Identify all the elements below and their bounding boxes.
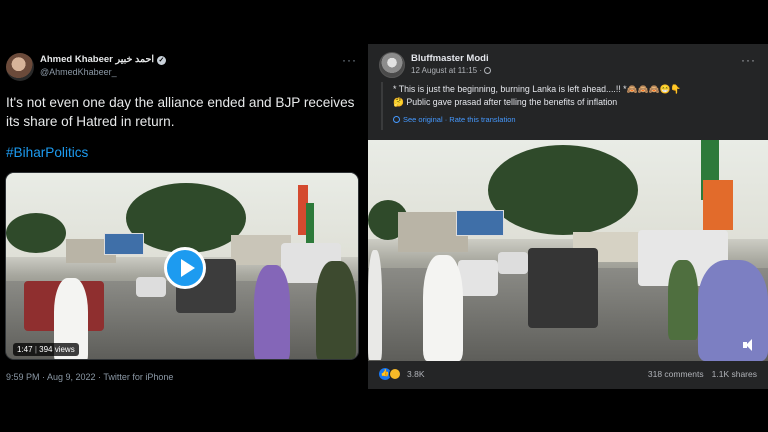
post-text-line-1: * This is just the beginning, burning La…: [393, 84, 682, 94]
video-frame: [368, 140, 768, 361]
translated-post-text: * This is just the beginning, burning La…: [381, 82, 757, 130]
globe-icon: [484, 67, 492, 74]
haha-reaction-icon[interactable]: [389, 368, 401, 380]
post-text-line-2: 🤔 Public gave prasad after telling the b…: [393, 97, 618, 107]
post-video[interactable]: [368, 140, 768, 361]
post-author-name[interactable]: Bluffmaster Modi: [411, 53, 489, 64]
verified-badge-icon: ✓: [156, 56, 166, 65]
tweet-video[interactable]: 1:47 | 394 views: [5, 172, 359, 360]
tweet-timestamp[interactable]: 9:59 PM · Aug 9, 2022 · Twitter for iPho…: [6, 372, 173, 382]
avatar[interactable]: [379, 52, 405, 78]
tweet-text: It's not even one day the alliance ended…: [6, 95, 355, 129]
see-original-text: See original · Rate this translation: [403, 115, 516, 124]
hashtag-link[interactable]: #BiharPolitics: [6, 145, 88, 160]
post-timestamp[interactable]: 12 August at 11:15 ·: [411, 66, 492, 75]
gear-icon: [393, 116, 400, 123]
see-original-link[interactable]: See original · Rate this translation: [393, 115, 516, 124]
tweet-author-handle[interactable]: @AhmedKhabeer_: [40, 67, 117, 77]
tweet-author-name[interactable]: Ahmed Khabeer احمد خبیر ✓: [40, 54, 166, 65]
video-duration-views: 1:47 | 394 views: [13, 343, 79, 356]
screenshot-frame: Ahmed Khabeer احمد خبیر ✓ @AhmedKhabeer_ …: [0, 0, 768, 432]
avatar[interactable]: [6, 53, 34, 81]
more-options-icon[interactable]: ···: [342, 53, 357, 67]
post-footer: 👍 3.8K 318 comments 1.1K shares: [368, 362, 768, 389]
post-stats: 318 comments 1.1K shares: [648, 369, 757, 379]
shares-count[interactable]: 1.1K shares: [712, 369, 757, 379]
comments-count[interactable]: 318 comments: [648, 369, 704, 379]
video-views: 394 views: [39, 345, 75, 354]
play-button[interactable]: [164, 247, 206, 289]
video-duration: 1:47: [17, 345, 33, 354]
volume-icon[interactable]: [743, 339, 756, 351]
reaction-count[interactable]: 3.8K: [407, 369, 425, 379]
facebook-post-card: Bluffmaster Modi 12 August at 11:15 · ··…: [368, 44, 768, 389]
author-name-text: Ahmed Khabeer احمد خبیر: [40, 54, 154, 65]
post-time-text: 12 August at 11:15 ·: [411, 66, 483, 75]
tweet-card: Ahmed Khabeer احمد خبیر ✓ @AhmedKhabeer_ …: [0, 44, 366, 389]
more-options-icon[interactable]: ···: [741, 53, 756, 67]
